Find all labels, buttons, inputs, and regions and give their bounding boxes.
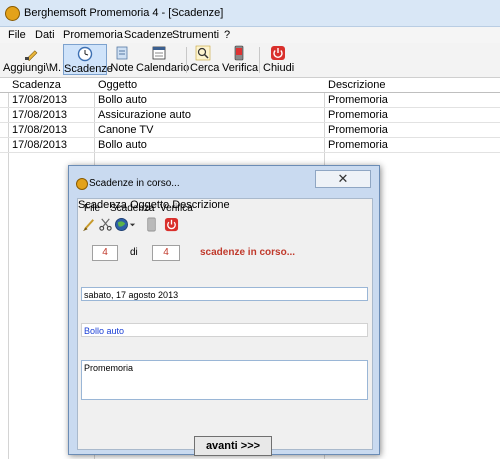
chiudi-button[interactable]: Chiudi: [263, 44, 294, 75]
dialog-menu-verifica[interactable]: Verifica: [160, 203, 193, 214]
column-header-descrizione[interactable]: Descrizione: [328, 79, 385, 91]
title-bar: Berghemsoft Promemoria 4 - [Scadenze]: [0, 0, 500, 27]
menu-promemoria[interactable]: Promemoria: [63, 29, 123, 41]
scissors-icon[interactable]: [98, 217, 113, 232]
scadenze-button[interactable]: Scadenze: [63, 44, 113, 75]
total-count-field: 4: [152, 245, 180, 261]
toolbar-separator: [186, 47, 187, 73]
table-row[interactable]: 17/08/2013 Bollo auto Promemoria: [0, 138, 500, 153]
note-icon: [116, 46, 128, 60]
menu-bar: File Dati Promemoria Scadenze Strumenti …: [0, 27, 500, 43]
dialog-body: File Scadenza Verifica 4 di 4 scadenze i…: [77, 198, 373, 456]
magnifier-icon: [195, 45, 211, 61]
of-label: di: [130, 247, 138, 258]
cell-scadenza: 17/08/2013: [12, 124, 68, 136]
oggetto-field[interactable]: Bollo auto: [81, 323, 368, 337]
calendario-button[interactable]: Calendario: [136, 44, 189, 75]
menu-file[interactable]: File: [8, 29, 26, 41]
menu-help[interactable]: ?: [224, 29, 230, 41]
toolbar-separator: [259, 47, 260, 73]
cell-scadenza: 17/08/2013: [12, 139, 68, 151]
table-row[interactable]: 17/08/2013 Canone TV Promemoria: [0, 123, 500, 138]
broom-icon[interactable]: [82, 217, 97, 232]
cell-descrizione: Promemoria: [328, 94, 388, 106]
dialog-title: Scadenze in corso...: [89, 178, 180, 189]
scadenze-dialog: Scadenze in corso... ✕ File Scadenza Ver…: [68, 165, 380, 456]
power-icon[interactable]: [164, 217, 179, 232]
avanti-button[interactable]: avanti >>>: [194, 436, 272, 456]
column-header-oggetto[interactable]: Oggetto: [98, 79, 137, 91]
menu-dati[interactable]: Dati: [35, 29, 55, 41]
table-row[interactable]: 17/08/2013 Assicurazione auto Promemoria: [0, 108, 500, 123]
scadenza-field[interactable]: sabato, 17 agosto 2013: [81, 287, 368, 301]
note-button[interactable]: Note: [110, 44, 134, 75]
dialog-menu-file[interactable]: File: [84, 203, 100, 214]
verifica-button[interactable]: Verifica: [222, 44, 258, 75]
grid-header: Scadenza Oggetto Descrizione: [0, 78, 500, 93]
chevron-down-icon[interactable]: [129, 217, 136, 232]
dialog-menu-scadenza[interactable]: Scadenza: [110, 203, 154, 214]
pencil-icon: [25, 50, 38, 61]
cell-descrizione: Promemoria: [328, 124, 388, 136]
status-text: scadenze in corso...: [200, 247, 296, 258]
globe-icon[interactable]: [114, 217, 129, 232]
toolbar: Aggiungi\M. Scadenze Note Calendario Cer…: [0, 43, 500, 78]
cell-scadenza: 17/08/2013: [12, 109, 68, 121]
phone-icon[interactable]: [144, 217, 159, 232]
calendar-icon: [152, 46, 166, 60]
menu-scadenze[interactable]: Scadenze: [124, 29, 173, 41]
dialog-app-icon: [76, 178, 88, 190]
cell-oggetto: Bollo auto: [98, 94, 147, 106]
cell-descrizione: Promemoria: [328, 139, 388, 151]
phone-icon: [234, 45, 244, 61]
cell-descrizione: Promemoria: [328, 109, 388, 121]
close-icon: ✕: [337, 171, 349, 186]
descrizione-field[interactable]: Promemoria: [81, 360, 368, 400]
current-index-field: 4: [92, 245, 118, 261]
menu-strumenti[interactable]: Strumenti: [172, 29, 219, 41]
clock-icon: [77, 46, 93, 62]
cell-oggetto: Bollo auto: [98, 139, 147, 151]
aggiungi-button[interactable]: Aggiungi\M.: [3, 44, 61, 75]
table-row[interactable]: 17/08/2013 Bollo auto Promemoria: [0, 93, 500, 108]
cell-oggetto: Canone TV: [98, 124, 154, 136]
close-button[interactable]: ✕: [315, 170, 371, 188]
power-icon: [271, 46, 285, 60]
cell-scadenza: 17/08/2013: [12, 94, 68, 106]
app-icon: [5, 6, 20, 21]
cell-oggetto: Assicurazione auto: [98, 109, 191, 121]
cerca-button[interactable]: Cerca: [190, 44, 219, 75]
dialog-title-bar[interactable]: Scadenze in corso... ✕: [69, 166, 379, 196]
window-title: Berghemsoft Promemoria 4 - [Scadenze]: [24, 7, 224, 19]
column-header-scadenza[interactable]: Scadenza: [12, 79, 61, 91]
